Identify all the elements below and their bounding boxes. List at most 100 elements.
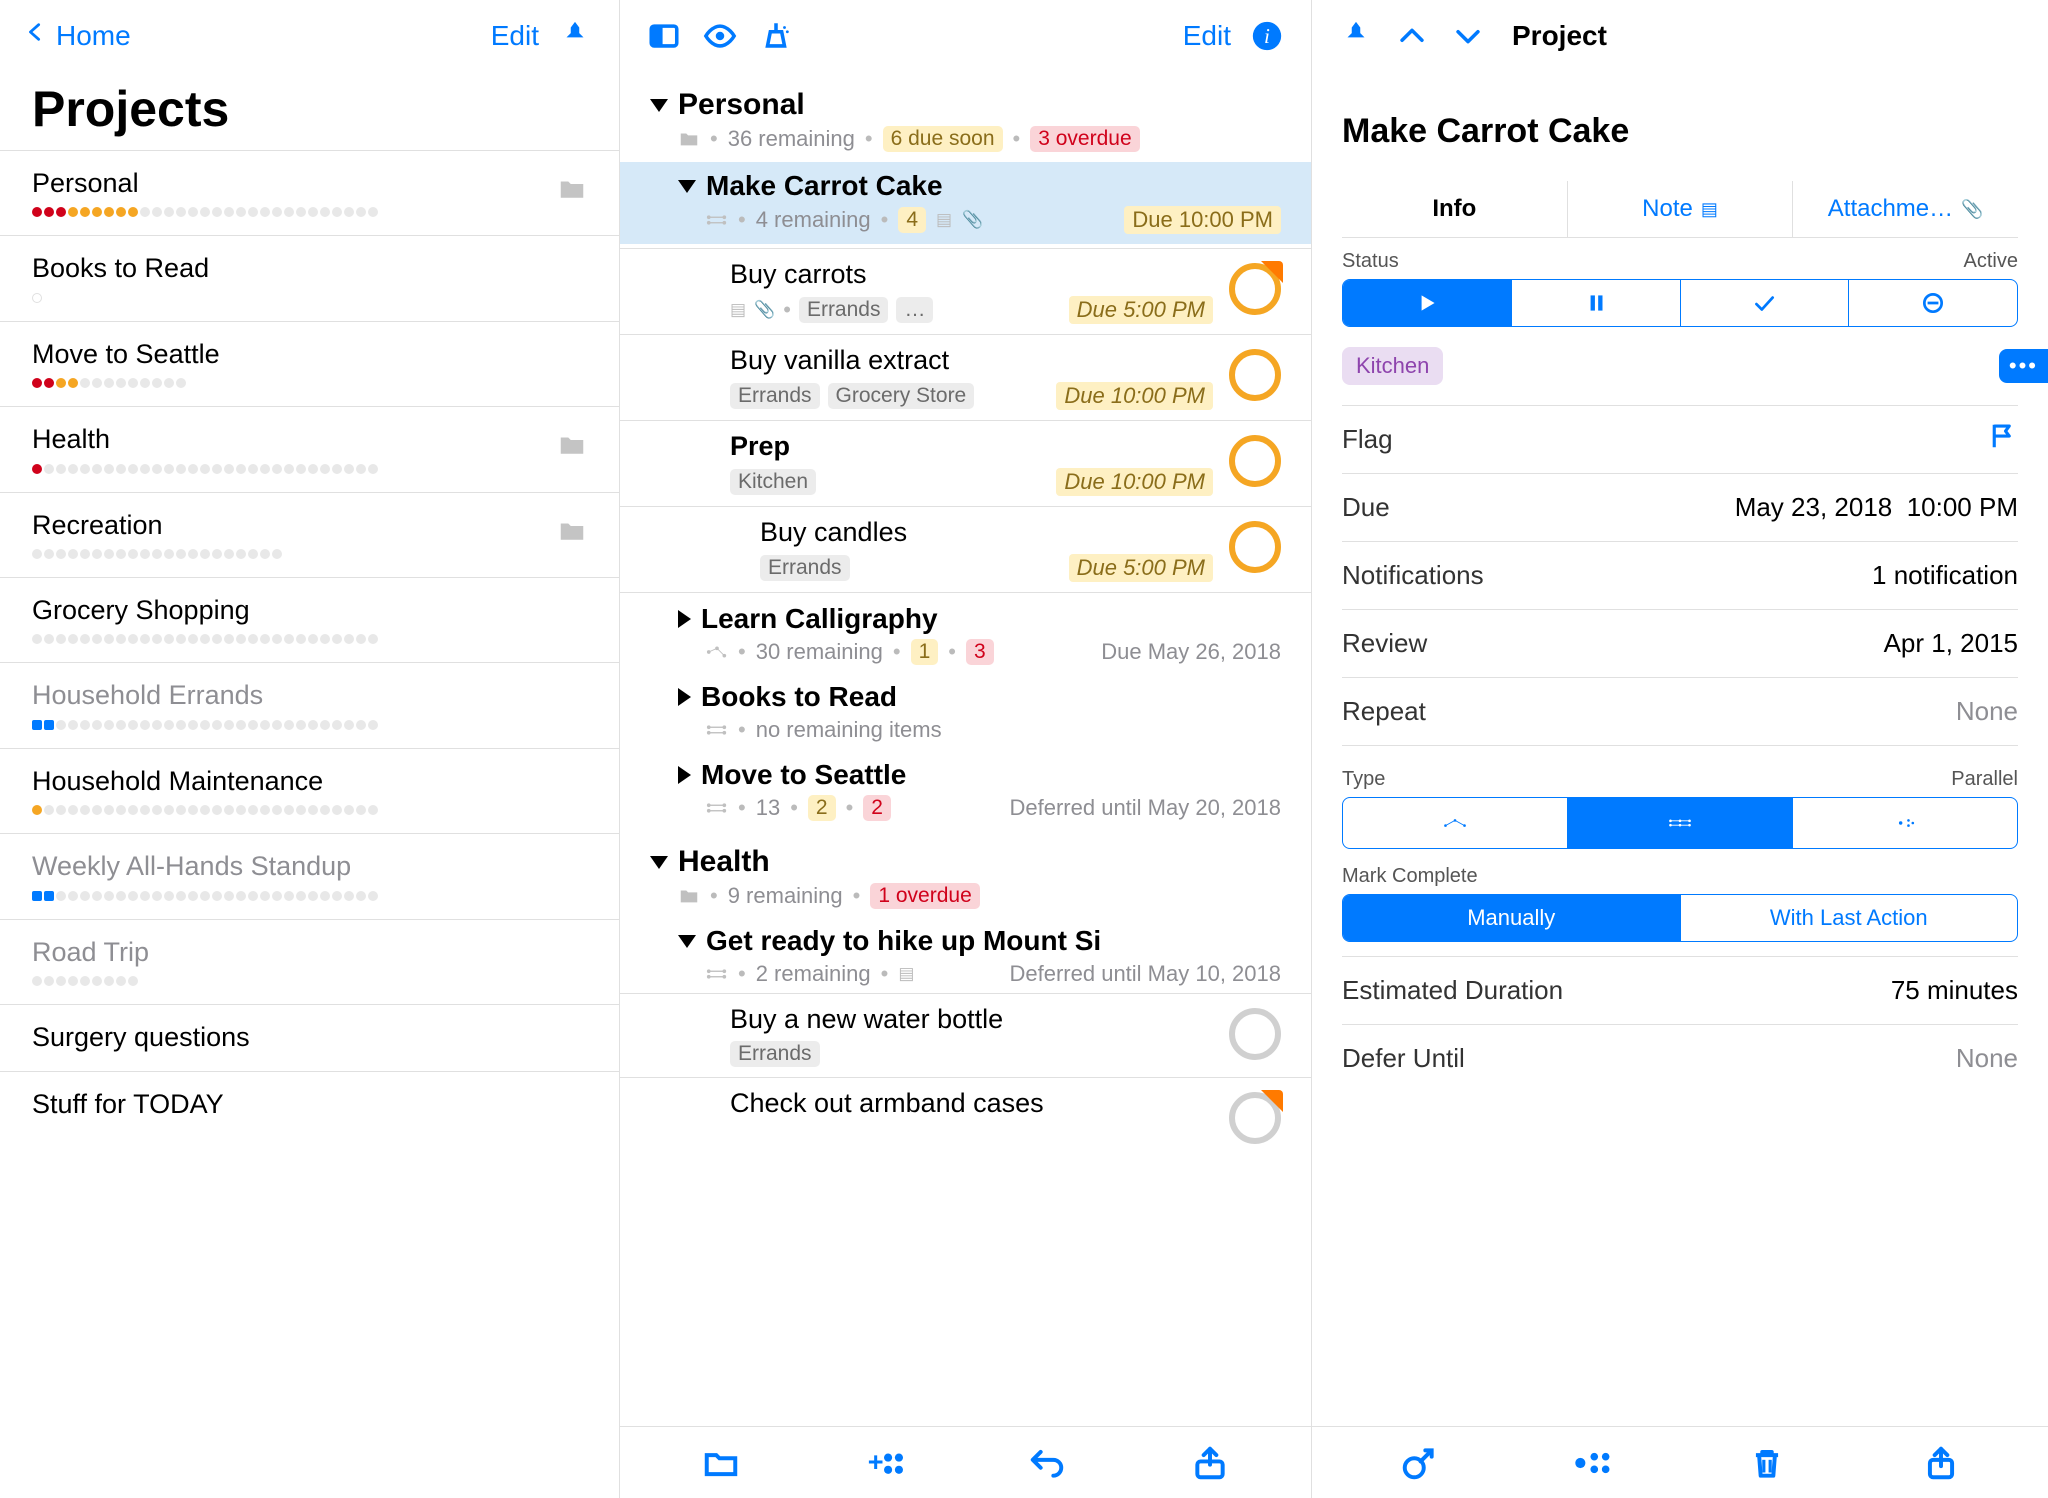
tag-pill: Errands (730, 383, 820, 409)
task-title: Buy vanilla extract (730, 345, 1213, 376)
defer-label: Deferred until May 10, 2018 (1010, 961, 1282, 987)
tab-attachments[interactable]: Attachme…📎 (1793, 181, 2018, 237)
project-row-personal[interactable]: Personal (0, 150, 619, 235)
project-carrot-cake[interactable]: Make Carrot Cake • 4 remaining • 4 ▤ 📎 D… (620, 162, 1311, 244)
repeat-row[interactable]: Repeat None (1342, 677, 2018, 745)
disclosure-triangle-icon[interactable] (650, 99, 668, 112)
project-row-recreation[interactable]: Recreation (0, 492, 619, 577)
count-pill: 2 (863, 795, 891, 821)
folder-icon (678, 128, 700, 150)
task-row[interactable]: Check out armband cases (620, 1077, 1311, 1154)
tag-pill: Errands (760, 555, 850, 581)
project-row-maintenance[interactable]: Household Maintenance (0, 748, 619, 833)
outline-edit-button[interactable]: Edit (1183, 20, 1231, 52)
share-icon[interactable] (1921, 1443, 1961, 1483)
complete-manually-button[interactable]: Manually (1343, 895, 1681, 941)
chevron-up-icon[interactable] (1392, 16, 1432, 56)
share-icon[interactable] (1190, 1443, 1230, 1483)
task-checkbox[interactable] (1229, 1092, 1281, 1144)
task-checkbox[interactable] (1229, 435, 1281, 487)
tag-chip[interactable]: Kitchen (1342, 347, 1443, 385)
type-value: Parallel (1951, 768, 2018, 791)
chevron-down-icon[interactable] (1448, 16, 1488, 56)
task-checkbox[interactable] (1229, 263, 1281, 315)
project-row-errands[interactable]: Household Errands (0, 662, 619, 747)
status-paused-button[interactable] (1512, 280, 1681, 326)
disclosure-triangle-icon[interactable] (678, 766, 691, 784)
tab-info[interactable]: Info (1342, 181, 1568, 237)
flag-row[interactable]: Flag (1342, 405, 2018, 473)
row-label: Flag (1342, 424, 1393, 455)
back-chevron-icon[interactable] (24, 17, 46, 55)
disclosure-triangle-icon[interactable] (650, 856, 668, 869)
due-row[interactable]: Due May 23, 2018 10:00 PM (1342, 473, 2018, 541)
due-label: Due 10:00 PM (1056, 382, 1213, 410)
pin-icon[interactable] (1336, 16, 1376, 56)
undo-icon[interactable] (1027, 1443, 1067, 1483)
back-button[interactable]: Home (56, 20, 131, 52)
disclosure-triangle-icon[interactable] (678, 610, 691, 628)
project-row-standup[interactable]: Weekly All-Hands Standup (0, 833, 619, 918)
goto-project-icon[interactable] (1399, 1443, 1439, 1483)
task-row[interactable]: Buy candles Errands Due 5:00 PM (620, 506, 1311, 592)
task-checkbox[interactable] (1229, 1008, 1281, 1060)
count-pill: 2 (808, 795, 836, 821)
section-health[interactable]: Health • 9 remaining • 1 overdue (620, 827, 1311, 915)
svg-text:+: + (868, 1446, 884, 1477)
disclosure-triangle-icon[interactable] (678, 688, 691, 706)
status-done-button[interactable] (1681, 280, 1850, 326)
project-row-roadtrip[interactable]: Road Trip (0, 919, 619, 1004)
task-checkbox[interactable] (1229, 349, 1281, 401)
complete-last-action-button[interactable]: With Last Action (1681, 895, 2018, 941)
review-row[interactable]: Review Apr 1, 2015 (1342, 609, 2018, 677)
task-checkbox[interactable] (1229, 521, 1281, 573)
pin-icon[interactable] (555, 16, 595, 56)
tab-note[interactable]: Note▤ (1568, 181, 1794, 237)
project-row-surgery[interactable]: Surgery questions (0, 1004, 619, 1071)
type-single-button[interactable] (1793, 798, 2017, 848)
section-personal[interactable]: Personal • 36 remaining • 6 due soon • 3… (620, 82, 1311, 158)
project-row-books[interactable]: Books to Read (0, 235, 619, 320)
project-title: Get ready to hike up Mount Si (706, 925, 1101, 957)
edit-button[interactable]: Edit (491, 20, 539, 52)
new-folder-icon[interactable] (701, 1443, 741, 1483)
project-seattle[interactable]: Move to Seattle • 13 • 2 • 2 Deferred un… (620, 749, 1311, 827)
task-row[interactable]: Prep Kitchen Due 10:00 PM (620, 420, 1311, 506)
new-item-icon[interactable]: + (864, 1443, 904, 1483)
project-name: Personal (32, 167, 545, 199)
mark-complete-label: Mark Complete (1342, 865, 1478, 888)
notifications-row[interactable]: Notifications 1 notification (1342, 541, 2018, 609)
task-row[interactable]: Buy carrots ▤ 📎 • Errands … Due 5:00 PM (620, 248, 1311, 334)
note-icon: ▤ (1701, 199, 1718, 220)
type-parallel-button[interactable] (1568, 798, 1793, 848)
project-row-seattle[interactable]: Move to Seattle (0, 321, 619, 406)
defer-until-row[interactable]: Defer Until None (1342, 1024, 2018, 1092)
type-sequential-button[interactable] (1343, 798, 1568, 848)
info-icon[interactable]: i (1247, 16, 1287, 56)
project-row-grocery[interactable]: Grocery Shopping (0, 577, 619, 662)
task-row[interactable]: Buy vanilla extract Errands Grocery Stor… (620, 334, 1311, 420)
sidebar-toggle-icon[interactable] (644, 16, 684, 56)
status-dropped-button[interactable] (1849, 280, 2017, 326)
row-value: None (1956, 696, 2018, 727)
remaining-label: 9 remaining (728, 883, 843, 909)
project-name: Road Trip (32, 936, 587, 968)
due-label: Due 10:00 PM (1124, 206, 1281, 234)
convert-icon[interactable] (1573, 1443, 1613, 1483)
view-icon[interactable] (700, 16, 740, 56)
status-active-button[interactable] (1343, 280, 1512, 326)
more-tags-button[interactable]: ••• (1999, 349, 2048, 383)
task-row[interactable]: Buy a new water bottle Errands (620, 993, 1311, 1077)
disclosure-triangle-icon[interactable] (678, 180, 696, 193)
project-row-health[interactable]: Health (0, 406, 619, 491)
cleanup-icon[interactable] (756, 16, 796, 56)
project-books[interactable]: Books to Read • no remaining items (620, 671, 1311, 749)
flag-icon[interactable] (1988, 421, 2018, 458)
disclosure-triangle-icon[interactable] (678, 935, 696, 948)
project-mount-si[interactable]: Get ready to hike up Mount Si • 2 remain… (620, 915, 1311, 993)
project-row-today[interactable]: Stuff for TODAY (0, 1071, 619, 1138)
trash-icon[interactable] (1747, 1443, 1787, 1483)
estimated-duration-row[interactable]: Estimated Duration 75 minutes (1342, 956, 2018, 1024)
tag-pill: Errands (730, 1041, 820, 1067)
project-calligraphy[interactable]: Learn Calligraphy • 30 remaining • 1 • 3… (620, 592, 1311, 671)
